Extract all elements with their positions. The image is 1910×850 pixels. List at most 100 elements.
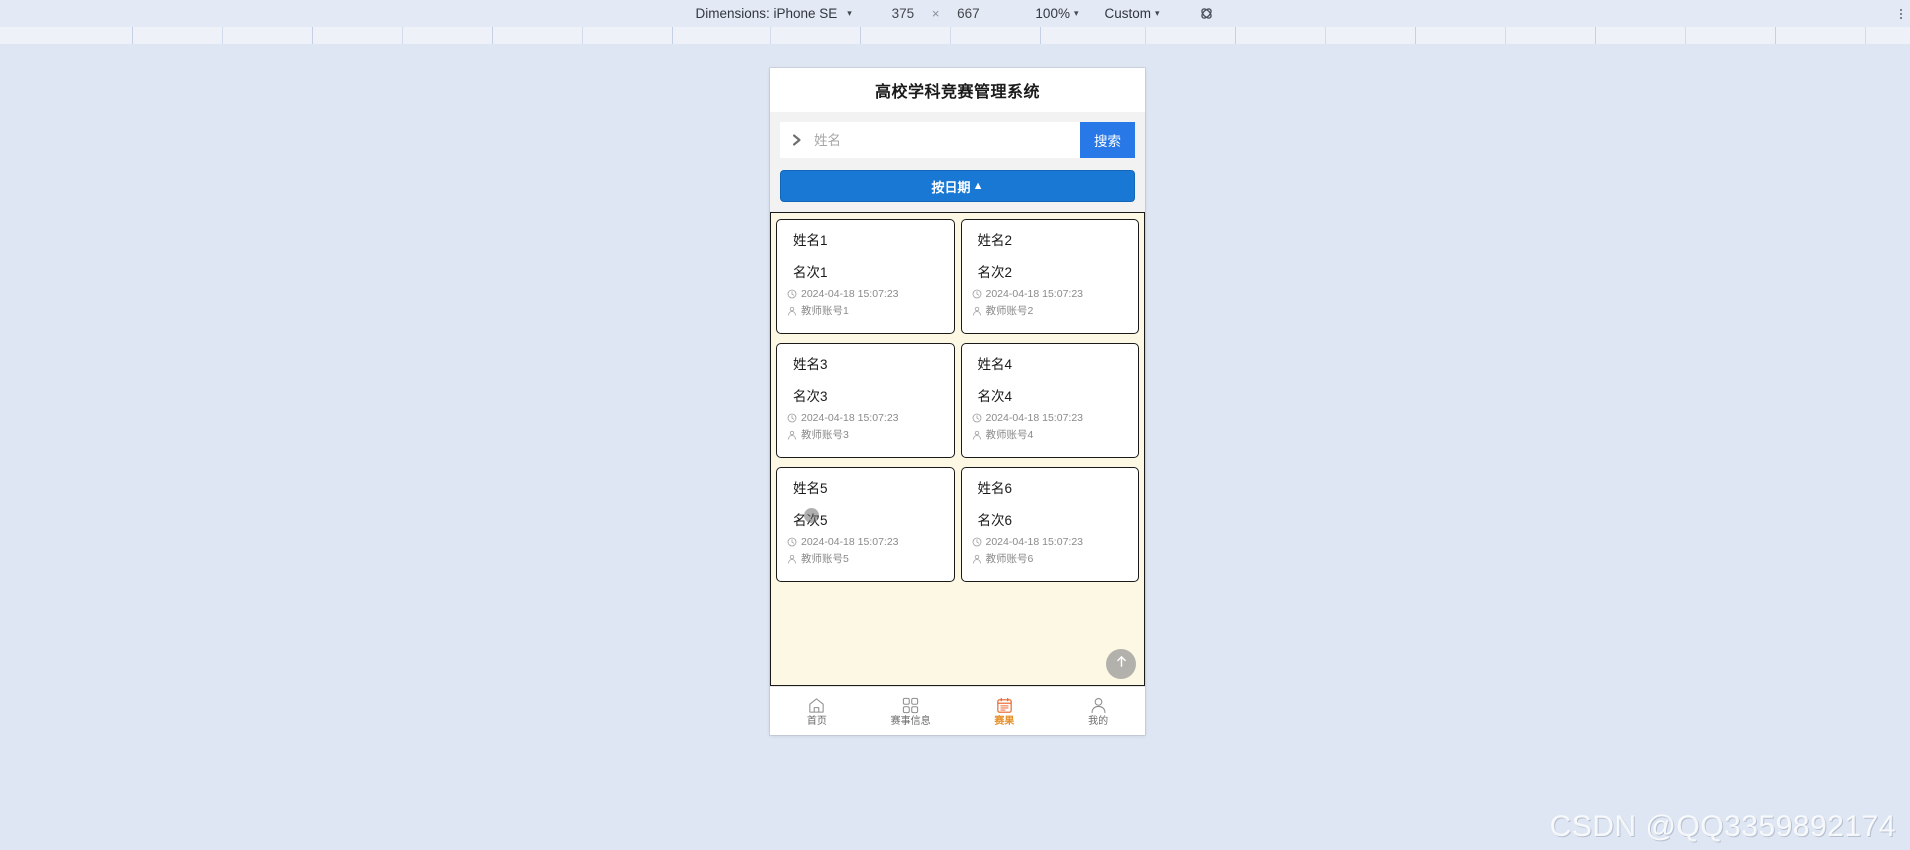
card-rank: 名次2 — [977, 265, 1013, 280]
card-name: 姓名5 — [793, 481, 828, 496]
devtools-controls: Dimensions: iPhone SE ▾ 375 × 667 100% ▾… — [695, 5, 1214, 22]
result-card[interactable]: 姓名1 名次1 2024-04-18 15:07:23 教师账号1 — [776, 219, 955, 334]
card-teacher: 教师账号4 — [985, 428, 1034, 441]
card-time: 2024-04-18 15:07:23 — [985, 412, 1084, 424]
calendar-icon — [995, 696, 1014, 715]
card-name: 姓名2 — [977, 233, 1013, 248]
card-rank: 名次4 — [977, 389, 1013, 404]
card-teacher: 教师账号6 — [985, 552, 1034, 565]
clock-icon — [972, 537, 982, 547]
zoom-level-label: 100% — [1035, 6, 1070, 21]
chevron-right-icon — [790, 133, 804, 147]
bottom-tab-bar: 首页 赛事信息 赛果 我的 — [770, 686, 1145, 735]
clock-icon — [787, 289, 797, 299]
search-bar: 搜索 — [780, 122, 1135, 158]
device-ruler — [0, 27, 1910, 45]
page-title: 高校学科竞赛管理系统 — [874, 84, 1040, 101]
card-time-row: 2024-04-18 15:07:23 — [787, 412, 944, 425]
card-time: 2024-04-18 15:07:23 — [801, 412, 899, 424]
card-time: 2024-04-18 15:07:23 — [985, 288, 1084, 300]
card-time: 2024-04-18 15:07:23 — [985, 536, 1084, 548]
chevron-down-icon: ▾ — [1073, 8, 1079, 18]
person-icon — [1089, 696, 1108, 715]
card-name: 姓名1 — [793, 233, 828, 248]
card-name: 姓名4 — [977, 357, 1013, 372]
person-icon — [972, 430, 982, 440]
chevron-down-icon: ▾ — [847, 8, 852, 18]
card-teacher-row: 教师账号1 — [787, 305, 944, 318]
phone-device-frame: 高校学科竞赛管理系统 搜索 按日期 ▲ — [770, 68, 1145, 735]
dimension-separator: × — [931, 6, 940, 21]
clock-icon — [787, 537, 797, 547]
person-icon — [787, 430, 797, 440]
tab-home[interactable]: 首页 — [770, 696, 864, 727]
card-teacher-row: 教师账号5 — [787, 553, 944, 566]
card-teacher: 教师账号5 — [801, 552, 849, 565]
tab-label: 我的 — [1088, 715, 1109, 727]
card-time: 2024-04-18 15:07:23 — [801, 536, 899, 548]
app-header: 高校学科竞赛管理系统 — [770, 68, 1145, 112]
result-card-list[interactable]: 姓名1 名次1 2024-04-18 15:07:23 教师账号1 姓名2 名次… — [770, 212, 1145, 686]
device-preset-selector[interactable]: Dimensions: iPhone SE ▾ — [695, 6, 851, 21]
person-icon — [787, 306, 797, 316]
card-teacher-row: 教师账号3 — [787, 429, 944, 442]
more-options-icon[interactable] — [1900, 8, 1902, 19]
sort-by-date-button[interactable]: 按日期 ▲ — [780, 170, 1135, 202]
tab-label: 首页 — [806, 715, 827, 727]
device-height-input[interactable]: 667 — [953, 6, 983, 21]
card-time-row: 2024-04-18 15:07:23 — [972, 536, 1129, 549]
result-card[interactable]: 姓名2 名次2 2024-04-18 15:07:23 教师账号2 — [960, 219, 1139, 334]
card-teacher-row: 教师账号2 — [972, 305, 1129, 318]
card-time-row: 2024-04-18 15:07:23 — [972, 288, 1129, 301]
tab-profile[interactable]: 我的 — [1051, 696, 1145, 727]
result-card[interactable]: 姓名3 名次3 2024-04-18 15:07:23 教师账号3 — [776, 343, 955, 458]
result-card[interactable]: 姓名6 名次6 2024-04-18 15:07:23 教师账号6 — [960, 467, 1139, 582]
arrow-up-icon — [1114, 654, 1129, 674]
card-teacher-row: 教师账号4 — [972, 429, 1129, 442]
person-icon — [972, 306, 982, 316]
arrow-up-icon: ▲ — [972, 179, 984, 192]
tab-label: 赛果 — [994, 715, 1015, 727]
card-time-row: 2024-04-18 15:07:23 — [972, 412, 1129, 425]
person-icon — [787, 554, 797, 564]
person-icon — [972, 554, 982, 564]
result-card[interactable]: 姓名5 名次5 2024-04-18 15:07:23 教师账号5 — [776, 467, 955, 582]
mouse-cursor-indicator — [804, 508, 819, 523]
device-width-input[interactable]: 375 — [888, 6, 918, 21]
rotate-device-icon[interactable] — [1198, 5, 1215, 22]
device-viewport: 高校学科竞赛管理系统 搜索 按日期 ▲ — [0, 44, 1910, 850]
card-teacher: 教师账号3 — [801, 428, 849, 441]
tab-label: 赛事信息 — [890, 715, 931, 727]
search-input[interactable] — [814, 132, 1080, 148]
card-time: 2024-04-18 15:07:23 — [801, 288, 899, 300]
tab-results[interactable]: 赛果 — [958, 696, 1052, 727]
clock-icon — [972, 413, 982, 423]
search-input-wrapper[interactable] — [780, 122, 1080, 158]
card-teacher: 教师账号2 — [985, 304, 1034, 317]
card-time-row: 2024-04-18 15:07:23 — [787, 536, 944, 549]
scroll-to-top-button[interactable] — [1106, 649, 1136, 679]
card-name: 姓名3 — [793, 357, 828, 372]
clock-icon — [972, 289, 982, 299]
card-rank: 名次1 — [793, 265, 828, 280]
grid-icon — [901, 696, 920, 715]
throttling-selector[interactable]: Custom ▾ — [1104, 6, 1159, 21]
sort-button-label: 按日期 — [931, 179, 971, 195]
card-time-row: 2024-04-18 15:07:23 — [787, 288, 944, 301]
devtools-device-toolbar: Dimensions: iPhone SE ▾ 375 × 667 100% ▾… — [0, 0, 1910, 27]
search-section: 搜索 — [770, 112, 1145, 170]
watermark: CSDN @QQ3359892174 — [1549, 810, 1896, 843]
card-name: 姓名6 — [977, 481, 1013, 496]
card-teacher: 教师账号1 — [801, 304, 849, 317]
zoom-selector[interactable]: 100% ▾ — [1035, 6, 1078, 21]
result-card[interactable]: 姓名4 名次4 2024-04-18 15:07:23 教师账号4 — [960, 343, 1139, 458]
card-rank: 名次3 — [793, 389, 828, 404]
tab-competition-info[interactable]: 赛事信息 — [864, 696, 958, 727]
card-rank: 名次6 — [977, 513, 1013, 528]
clock-icon — [787, 413, 797, 423]
throttling-label: Custom — [1104, 6, 1151, 21]
card-teacher-row: 教师账号6 — [972, 553, 1129, 566]
device-preset-label: Dimensions: iPhone SE — [695, 6, 838, 21]
home-icon — [807, 696, 826, 715]
search-button[interactable]: 搜索 — [1080, 122, 1135, 158]
